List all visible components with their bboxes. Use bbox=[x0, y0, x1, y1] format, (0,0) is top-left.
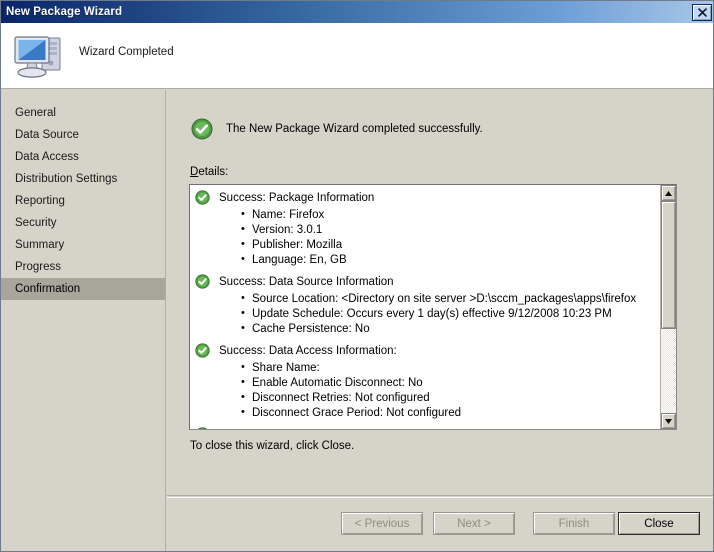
new-package-wizard-window: New Package Wizard Wizard Completed Gene… bbox=[0, 0, 714, 552]
finish-button[interactable]: Finish bbox=[533, 512, 615, 535]
list-item: Enable Automatic Disconnect: No bbox=[241, 375, 660, 391]
wizard-step-sidebar: General Data Source Data Access Distribu… bbox=[1, 90, 166, 551]
computer-icon bbox=[14, 36, 61, 78]
details-label-rest: etails: bbox=[198, 166, 229, 178]
detail-bullet-list: Name: Firefox Version: 3.0.1 Publisher: … bbox=[190, 207, 660, 268]
list-item: Publisher: Mozilla bbox=[241, 237, 660, 253]
detail-group-partial-next bbox=[190, 427, 660, 429]
scrollbar-thumb[interactable] bbox=[661, 201, 676, 329]
detail-group-package-information: Success: Package Information Name: Firef… bbox=[190, 190, 660, 268]
title-bar: New Package Wizard bbox=[1, 1, 713, 23]
close-hint-text: To close this wizard, click Close. bbox=[190, 440, 355, 452]
details-scrollbar[interactable] bbox=[660, 185, 676, 429]
detail-heading: Success: Data Source Information bbox=[219, 276, 394, 288]
list-item: Version: 3.0.1 bbox=[241, 222, 660, 238]
scrollbar-down-button[interactable] bbox=[661, 413, 676, 429]
detail-group-data-access-information: Success: Data Access Information: Share … bbox=[190, 343, 660, 421]
close-icon bbox=[697, 7, 707, 17]
details-list-box[interactable]: Success: Package Information Name: Firef… bbox=[189, 184, 677, 430]
list-item: Disconnect Retries: Not configured bbox=[241, 390, 660, 406]
close-button[interactable]: Close bbox=[618, 512, 700, 535]
previous-button[interactable]: < Previous bbox=[341, 512, 423, 535]
detail-group-heading-row: Success: Data Source Information bbox=[190, 274, 660, 291]
window-title: New Package Wizard bbox=[6, 6, 123, 18]
sidebar-item-progress[interactable]: Progress bbox=[1, 256, 165, 278]
list-item: Language: En, GB bbox=[241, 252, 660, 268]
detail-group-heading-row bbox=[190, 427, 660, 429]
detail-bullet-list: Source Location: <Directory on site serv… bbox=[190, 291, 660, 337]
list-item: Name: Firefox bbox=[241, 207, 660, 223]
window-close-button[interactable] bbox=[692, 3, 712, 21]
footer-divider bbox=[167, 495, 713, 496]
scrollbar-track[interactable] bbox=[661, 201, 676, 413]
list-item: Disconnect Grace Period: Not configured bbox=[241, 405, 660, 421]
wizard-footer: windows-noob.com < Previous Next > Finis… bbox=[167, 497, 713, 551]
next-button[interactable]: Next > bbox=[433, 512, 515, 535]
sidebar-item-reporting[interactable]: Reporting bbox=[1, 190, 165, 212]
success-banner: The New Package Wizard completed success… bbox=[191, 118, 483, 140]
sidebar-item-data-source[interactable]: Data Source bbox=[1, 124, 165, 146]
sidebar-item-confirmation[interactable]: Confirmation bbox=[1, 278, 165, 300]
sidebar-item-summary[interactable]: Summary bbox=[1, 234, 165, 256]
sidebar-item-data-access[interactable]: Data Access bbox=[1, 146, 165, 168]
detail-heading: Success: Package Information bbox=[219, 192, 375, 204]
detail-bullet-list: Share Name: Enable Automatic Disconnect:… bbox=[190, 360, 660, 421]
wizard-main-panel: The New Package Wizard completed success… bbox=[167, 90, 713, 497]
list-item: Update Schedule: Occurs every 1 day(s) e… bbox=[241, 306, 660, 322]
detail-group-heading-row: Success: Data Access Information: bbox=[190, 343, 660, 360]
scroll-up-arrow-icon bbox=[665, 190, 672, 196]
details-list-content: Success: Package Information Name: Firef… bbox=[190, 185, 660, 429]
detail-heading: Success: Data Access Information: bbox=[219, 345, 397, 357]
header-title: Wizard Completed bbox=[79, 46, 174, 59]
list-item: Share Name: bbox=[241, 360, 660, 376]
sidebar-item-general[interactable]: General bbox=[1, 102, 165, 124]
wizard-header: Wizard Completed bbox=[1, 23, 713, 89]
list-item: Source Location: <Directory on site serv… bbox=[241, 291, 660, 307]
success-message: The New Package Wizard completed success… bbox=[226, 123, 483, 135]
detail-group-heading-row: Success: Package Information bbox=[190, 190, 660, 207]
details-label: Details: bbox=[190, 166, 228, 178]
scroll-down-arrow-icon bbox=[665, 418, 672, 424]
success-check-icon bbox=[197, 427, 208, 429]
list-item: Cache Persistence: No bbox=[241, 321, 660, 337]
detail-group-data-source-information: Success: Data Source Information Source … bbox=[190, 274, 660, 337]
success-check-icon bbox=[191, 118, 213, 140]
scrollbar-up-button[interactable] bbox=[661, 185, 676, 201]
sidebar-item-distribution-settings[interactable]: Distribution Settings bbox=[1, 168, 165, 190]
success-check-icon bbox=[195, 190, 210, 205]
success-check-icon bbox=[195, 343, 210, 358]
success-check-icon bbox=[195, 274, 210, 289]
sidebar-item-security[interactable]: Security bbox=[1, 212, 165, 234]
